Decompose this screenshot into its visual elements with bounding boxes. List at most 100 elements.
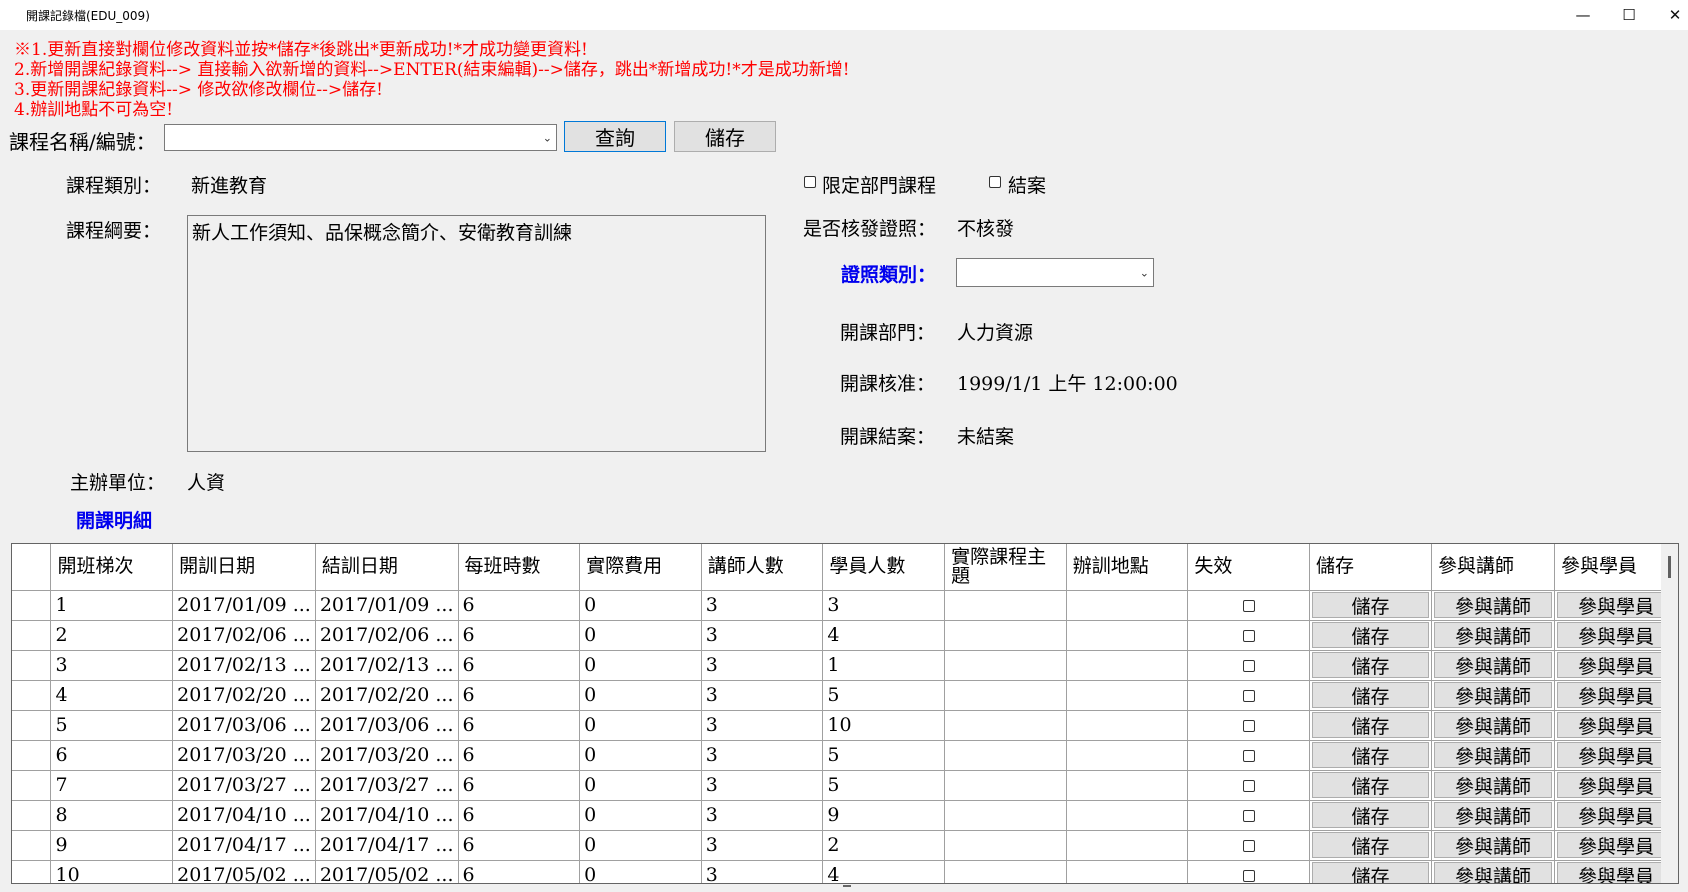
column-header[interactable]: 失效 bbox=[1187, 544, 1311, 591]
row-header[interactable] bbox=[12, 800, 52, 831]
table-cell[interactable] bbox=[944, 680, 1067, 711]
invalid-checkbox[interactable] bbox=[1242, 780, 1255, 792]
table-cell[interactable]: 3 bbox=[701, 800, 824, 831]
table-cell[interactable]: 1 bbox=[50, 590, 174, 621]
table-cell[interactable] bbox=[1066, 650, 1189, 681]
row-save-button[interactable]: 儲存 bbox=[1312, 652, 1429, 678]
table-cell[interactable]: 6 bbox=[458, 830, 581, 861]
scrollbar-thumb[interactable] bbox=[1668, 556, 1671, 578]
invalid-checkbox[interactable] bbox=[1242, 810, 1255, 822]
participating-students-button[interactable]: 參與學員 bbox=[1556, 862, 1675, 883]
table-cell[interactable]: 2017/05/02 ... bbox=[172, 860, 316, 883]
course-outline-textarea[interactable]: 新人工作須知、品保概念簡介、安衛教育訓練 bbox=[187, 215, 766, 452]
column-header[interactable]: 結訓日期 bbox=[315, 544, 459, 591]
table-cell[interactable]: 1 bbox=[822, 650, 946, 681]
table-cell[interactable]: 2017/03/20 ... bbox=[172, 740, 316, 771]
table-cell[interactable] bbox=[944, 620, 1067, 651]
table-cell[interactable]: 0 bbox=[579, 620, 702, 651]
participating-students-button[interactable]: 參與學員 bbox=[1556, 802, 1675, 828]
table-cell[interactable]: 5 bbox=[822, 770, 946, 801]
column-header[interactable]: 參與學員 bbox=[1554, 544, 1678, 591]
participating-students-button[interactable]: 參與學員 bbox=[1556, 682, 1675, 708]
table-cell[interactable]: 2017/01/09 ... bbox=[315, 590, 459, 621]
row-save-button[interactable]: 儲存 bbox=[1312, 802, 1429, 828]
participating-students-button[interactable]: 參與學員 bbox=[1556, 742, 1675, 768]
table-cell[interactable] bbox=[1066, 710, 1189, 741]
table-cell[interactable]: 2017/02/13 ... bbox=[172, 650, 316, 681]
table-cell[interactable]: 2017/05/02 ... bbox=[315, 860, 459, 883]
table-cell[interactable]: 2017/04/17 ... bbox=[315, 830, 459, 861]
table-cell[interactable] bbox=[1066, 740, 1189, 771]
column-header[interactable]: 儲存 bbox=[1309, 544, 1432, 591]
row-header[interactable] bbox=[12, 770, 52, 801]
row-header[interactable] bbox=[12, 860, 52, 883]
row-save-button[interactable]: 儲存 bbox=[1312, 592, 1429, 618]
table-cell[interactable]: 3 bbox=[701, 650, 824, 681]
close-button[interactable]: ✕ bbox=[1652, 0, 1688, 30]
table-cell[interactable]: 2017/03/27 ... bbox=[315, 770, 459, 801]
table-cell[interactable]: 2017/02/13 ... bbox=[315, 650, 459, 681]
table-cell[interactable]: 2017/02/20 ... bbox=[315, 680, 459, 711]
table-cell[interactable] bbox=[1066, 680, 1189, 711]
table-cell[interactable]: 3 bbox=[701, 740, 824, 771]
table-cell[interactable]: 6 bbox=[458, 620, 581, 651]
closed-checkbox[interactable] bbox=[989, 176, 1001, 188]
table-row[interactable]: 1 2017/01/09 ... 2017/01/09 ... 6 0 3 3 儲存 參與講師參… bbox=[12, 590, 1678, 621]
table-cell[interactable]: 0 bbox=[579, 800, 702, 831]
table-cell[interactable]: 3 bbox=[822, 590, 946, 621]
participating-students-button[interactable]: 參與學員 bbox=[1556, 652, 1675, 678]
participating-students-button[interactable]: 參與學員 bbox=[1556, 592, 1675, 618]
chevron-down-icon[interactable]: ⌄ bbox=[543, 131, 552, 144]
participating-students-button[interactable]: 參與學員 bbox=[1556, 712, 1675, 738]
table-row[interactable]: 5 2017/03/06 ... 2017/03/06 ... 6 0 3 10 儲存 參與講師… bbox=[12, 710, 1678, 741]
column-header[interactable]: 講師人數 bbox=[701, 544, 824, 591]
row-save-button[interactable]: 儲存 bbox=[1312, 622, 1429, 648]
cert-type-combobox[interactable]: ⌄ bbox=[956, 258, 1154, 287]
table-cell[interactable]: 0 bbox=[579, 770, 702, 801]
row-header[interactable] bbox=[12, 830, 52, 861]
row-save-button[interactable]: 儲存 bbox=[1312, 742, 1429, 768]
course-details-grid[interactable]: 開班梯次 開訓日期 結訓日期 每班時數 實際費用 講師人數 學員人數 實際課程主… bbox=[11, 543, 1679, 884]
column-header[interactable]: 參與講師 bbox=[1431, 544, 1555, 591]
row-save-button[interactable]: 儲存 bbox=[1312, 682, 1429, 708]
invalid-checkbox[interactable] bbox=[1242, 690, 1255, 702]
table-cell[interactable]: 0 bbox=[579, 830, 702, 861]
row-header[interactable] bbox=[12, 740, 52, 771]
resize-grip-icon[interactable] bbox=[843, 885, 851, 887]
table-cell[interactable]: 6 bbox=[458, 590, 581, 621]
table-cell[interactable]: 6 bbox=[458, 680, 581, 711]
table-cell[interactable] bbox=[944, 590, 1067, 621]
row-save-button[interactable]: 儲存 bbox=[1312, 772, 1429, 798]
column-header[interactable]: 辦訓地點 bbox=[1066, 544, 1189, 591]
table-cell[interactable]: 2017/03/27 ... bbox=[172, 770, 316, 801]
table-cell[interactable] bbox=[1066, 800, 1189, 831]
table-cell[interactable]: 3 bbox=[701, 860, 824, 883]
row-header[interactable] bbox=[12, 620, 52, 651]
column-header[interactable]: 學員人數 bbox=[822, 544, 946, 591]
participating-teachers-button[interactable]: 參與講師 bbox=[1433, 832, 1552, 858]
invalid-checkbox[interactable] bbox=[1242, 840, 1255, 852]
table-cell[interactable]: 0 bbox=[579, 590, 702, 621]
invalid-checkbox[interactable] bbox=[1242, 720, 1255, 732]
table-cell[interactable]: 2017/02/20 ... bbox=[172, 680, 316, 711]
table-cell[interactable] bbox=[1066, 590, 1189, 621]
invalid-checkbox[interactable] bbox=[1242, 630, 1255, 642]
participating-students-button[interactable]: 參與學員 bbox=[1556, 772, 1675, 798]
table-cell[interactable]: 2017/03/20 ... bbox=[315, 740, 459, 771]
maximize-button[interactable]: ☐ bbox=[1606, 0, 1652, 30]
table-cell[interactable]: 3 bbox=[701, 680, 824, 711]
invalid-checkbox[interactable] bbox=[1242, 870, 1255, 882]
table-row[interactable]: 7 2017/03/27 ... 2017/03/27 ... 6 0 3 5 儲存 參與講師參… bbox=[12, 770, 1678, 801]
participating-teachers-button[interactable]: 參與講師 bbox=[1433, 622, 1552, 648]
row-header[interactable] bbox=[12, 590, 52, 621]
row-save-button[interactable]: 儲存 bbox=[1312, 832, 1429, 858]
table-row[interactable]: 4 2017/02/20 ... 2017/02/20 ... 6 0 3 5 儲存 參與講師參… bbox=[12, 680, 1678, 711]
table-cell[interactable]: 3 bbox=[50, 650, 174, 681]
table-cell[interactable] bbox=[944, 770, 1067, 801]
participating-teachers-button[interactable]: 參與講師 bbox=[1433, 592, 1552, 618]
table-cell[interactable]: 2 bbox=[50, 620, 174, 651]
table-cell[interactable]: 2017/04/17 ... bbox=[172, 830, 316, 861]
chevron-down-icon[interactable]: ⌄ bbox=[1140, 266, 1149, 279]
dept-limited-checkbox[interactable] bbox=[804, 176, 816, 188]
table-cell[interactable]: 2017/03/06 ... bbox=[315, 710, 459, 741]
